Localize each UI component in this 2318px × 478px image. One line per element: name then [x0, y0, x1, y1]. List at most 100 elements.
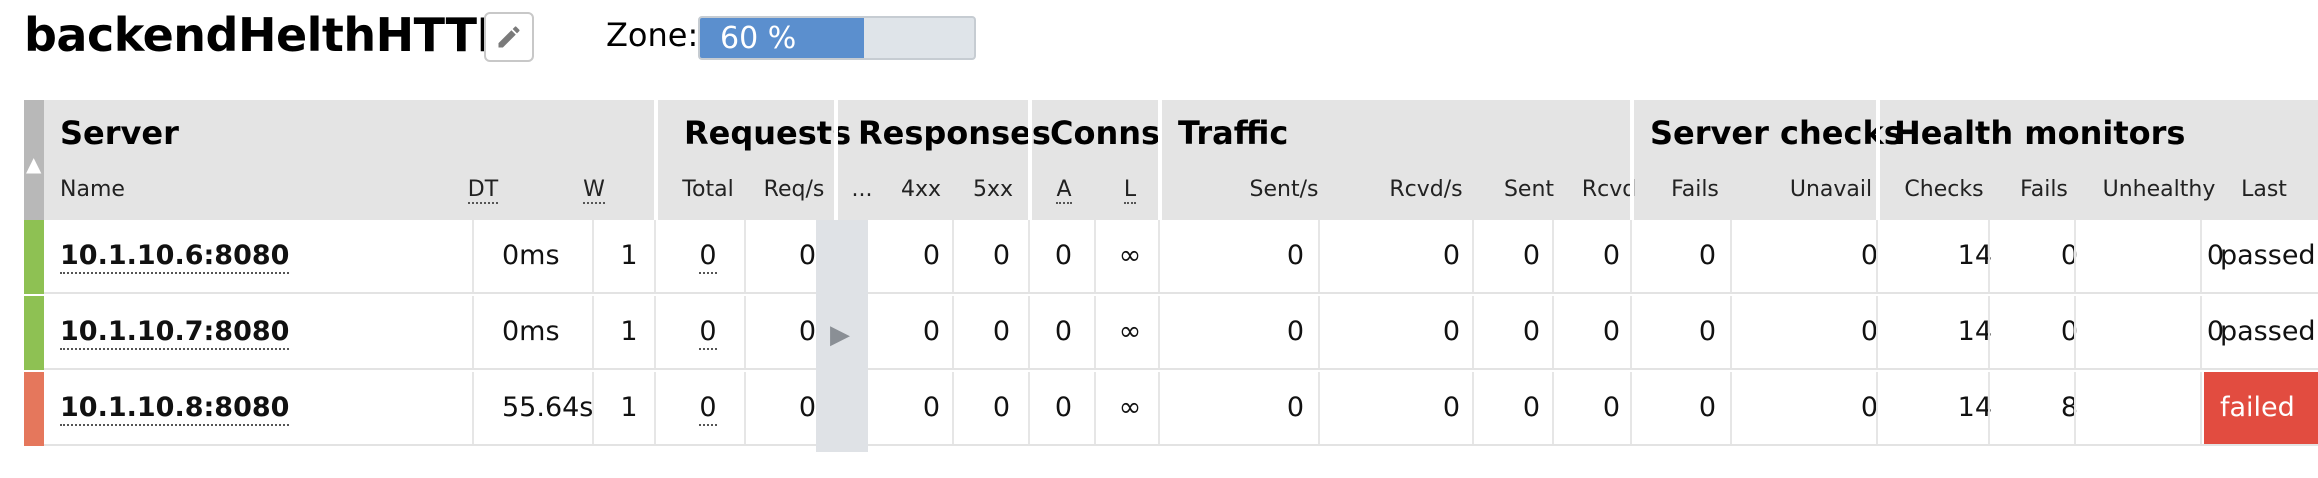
cell-divider	[2074, 296, 2076, 368]
cell-divider	[952, 296, 954, 368]
server-name-cell[interactable]: 10.1.10.7:8080	[60, 296, 290, 368]
server-name-cell[interactable]: 10.1.10.8:8080	[60, 372, 290, 444]
rcvd-s-cell: 0	[1442, 240, 1460, 271]
r5xx-cell: 0	[992, 392, 1010, 423]
sent-s-cell: 0	[1286, 240, 1304, 271]
sent-cell: 0	[1522, 240, 1540, 271]
dt-cell: 0ms	[502, 240, 560, 271]
cell-divider	[1028, 220, 1030, 292]
col-checks[interactable]: Checks	[1884, 177, 2004, 202]
cell-divider	[1988, 296, 1990, 368]
total-link[interactable]: 0	[699, 392, 717, 426]
cell-divider	[592, 220, 594, 292]
cell-divider	[1158, 296, 1160, 368]
checks-cell: 14	[1957, 392, 1992, 423]
col-4xx[interactable]: 4xx	[886, 177, 956, 202]
group-requests: Requests	[684, 114, 852, 152]
table-row[interactable]: 10.1.10.7:8080 0ms 1 0 0 0 0 0 ∞ 0 0 0 0…	[44, 296, 2318, 370]
cell-divider	[744, 296, 746, 368]
sent-cell: 0	[1522, 392, 1540, 423]
server-name-cell[interactable]: 10.1.10.6:8080	[60, 220, 290, 292]
cell-divider	[1876, 372, 1878, 444]
total-link[interactable]: 0	[699, 316, 717, 350]
sent-cell: 0	[1522, 316, 1540, 347]
server-name[interactable]: 10.1.10.7:8080	[60, 316, 290, 350]
col-req-s[interactable]: Req/s	[754, 177, 834, 202]
group-server: Server	[60, 114, 179, 152]
dt-cell: 55.64s	[502, 392, 594, 423]
sort-up-icon: ▲	[26, 152, 42, 176]
col-rcvd-s[interactable]: Rcvd/s	[1356, 177, 1496, 202]
status-stripe-up	[24, 220, 44, 294]
upstream-header: backendHelthHTTP Zone: 60 %	[0, 0, 2318, 100]
cell-divider	[1028, 372, 1030, 444]
col-name[interactable]: Name	[60, 177, 125, 202]
zone-label: Zone:	[606, 16, 699, 54]
responses-expand-toggle[interactable]: ▶	[816, 220, 868, 452]
group-divider	[1630, 100, 1634, 220]
cell-divider	[2200, 296, 2202, 368]
col-last[interactable]: Last	[2224, 177, 2304, 202]
col-5xx[interactable]: 5xx	[958, 177, 1028, 202]
cell-divider	[1472, 372, 1474, 444]
cell-divider	[1552, 220, 1554, 292]
col-fails[interactable]: Fails	[1640, 177, 1750, 202]
r5xx-cell: 0	[992, 240, 1010, 271]
cell-divider	[1876, 220, 1878, 292]
col-sent-s[interactable]: Sent/s	[1204, 177, 1364, 202]
hm-fails-cell: 0	[2060, 240, 2078, 271]
group-divider	[1158, 100, 1162, 220]
fails-cell: 0	[1698, 240, 1716, 271]
conns-l-cell: ∞	[1118, 316, 1142, 347]
col-conns-l[interactable]: L	[1098, 177, 1162, 204]
cell-divider	[1028, 296, 1030, 368]
col-w[interactable]: W	[574, 177, 614, 204]
col-sent[interactable]: Sent	[1484, 177, 1574, 202]
col-conns-a[interactable]: A	[1034, 177, 1094, 204]
cell-divider	[1988, 372, 1990, 444]
cell-divider	[1472, 296, 1474, 368]
r4xx-cell: 0	[922, 240, 940, 271]
col-responses-more[interactable]: ...	[836, 177, 888, 202]
table-row[interactable]: 10.1.10.6:8080 0ms 1 0 0 0 0 0 ∞ 0 0 0 0…	[44, 220, 2318, 294]
col-dt[interactable]: DT	[458, 177, 508, 204]
total-cell[interactable]: 0	[688, 220, 728, 292]
sort-toggle[interactable]: ▲	[24, 100, 44, 220]
total-cell[interactable]: 0	[688, 296, 728, 368]
cell-divider	[654, 372, 656, 444]
table-row[interactable]: 10.1.10.8:8080 55.64s 1 0 0 0 0 0 ∞ 0 0 …	[44, 372, 2318, 446]
cell-divider	[2200, 220, 2202, 292]
conns-a-cell: 0	[1054, 392, 1072, 423]
hm-fails-cell: 8	[2060, 392, 2078, 423]
sent-s-cell: 0	[1286, 316, 1304, 347]
weight-cell: 1	[620, 392, 638, 423]
upstream-title: backendHelthHTTP	[24, 8, 510, 62]
group-responses: Responses	[858, 114, 1051, 152]
sent-s-cell: 0	[1286, 392, 1304, 423]
cell-divider	[592, 372, 594, 444]
cell-divider	[1318, 372, 1320, 444]
unhealthy-cell: 0	[2206, 240, 2224, 271]
cell-divider	[1094, 220, 1096, 292]
last-status-cell: passed	[2220, 316, 2316, 347]
rcvd-cell: 0	[1602, 240, 1620, 271]
server-name[interactable]: 10.1.10.6:8080	[60, 240, 290, 274]
col-dt-label: DT	[467, 177, 499, 204]
group-conns: Conns	[1050, 114, 1161, 152]
checks-cell: 14	[1957, 316, 1992, 347]
total-cell[interactable]: 0	[688, 372, 728, 444]
cell-divider	[1630, 296, 1632, 368]
edit-button[interactable]	[484, 12, 534, 62]
server-name[interactable]: 10.1.10.8:8080	[60, 392, 290, 426]
status-stripe-up	[24, 296, 44, 370]
cell-divider	[1552, 296, 1554, 368]
req-s-cell: 0	[798, 240, 816, 271]
cell-divider	[472, 296, 474, 368]
cell-divider	[744, 372, 746, 444]
col-total[interactable]: Total	[668, 177, 748, 202]
col-hm-fails[interactable]: Fails	[1994, 177, 2094, 202]
cell-divider	[1158, 220, 1160, 292]
total-link[interactable]: 0	[699, 240, 717, 274]
col-unhealthy[interactable]: Unhealthy	[2084, 177, 2234, 202]
cell-divider	[1630, 372, 1632, 444]
